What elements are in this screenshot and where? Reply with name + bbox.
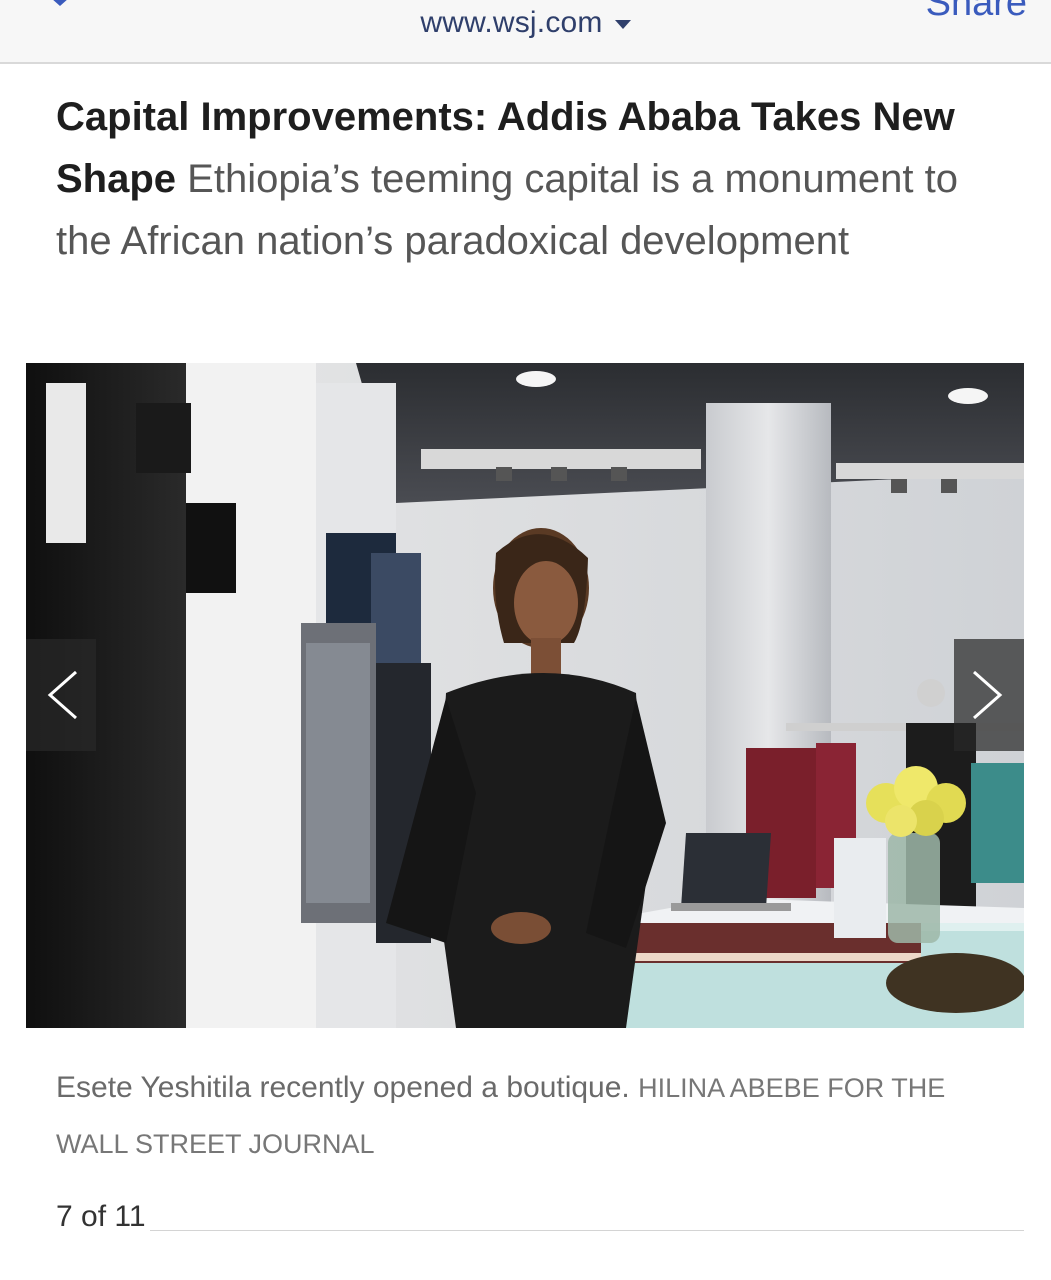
url-field[interactable]: www.wsj.com [0,6,1051,40]
caption-text: Esete Yeshitila recently opened a boutiq… [56,1071,630,1104]
article-dek: Ethiopia’s teeming capital is a monument… [56,157,958,263]
share-button[interactable]: Share [926,0,1027,25]
dropdown-caret-icon [614,19,631,29]
previous-slide-button[interactable] [26,639,96,751]
boutique-photo-illustration [26,363,1024,1028]
url-text: www.wsj.com [420,6,603,39]
slideshow-photo [26,363,1024,1028]
photo-caption: Esete Yeshitila recently opened a boutiq… [56,1060,1006,1172]
chevron-left-icon [47,670,77,720]
divider [150,1230,1024,1231]
slide-counter: 7 of 11 [56,1200,146,1233]
browser-top-bar: www.wsj.com Share [0,0,1051,64]
article-headline: Capital Improvements: Addis Ababa Takes … [56,86,1006,272]
next-slide-button[interactable] [954,639,1024,751]
chevron-right-icon [973,670,1003,720]
